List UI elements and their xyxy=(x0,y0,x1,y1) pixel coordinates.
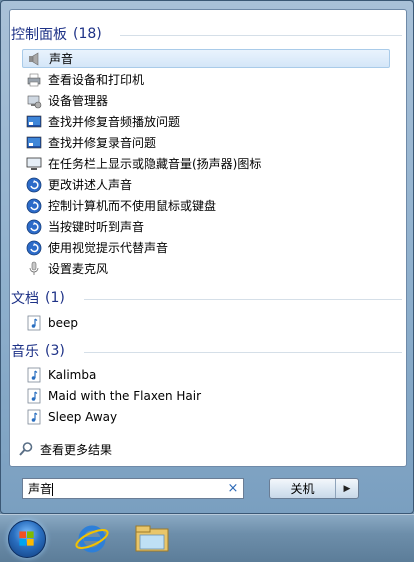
result-device-manager[interactable]: 设备管理器 xyxy=(22,91,390,110)
music-header-label: 音乐 xyxy=(11,344,39,360)
troubleshoot-icon xyxy=(26,135,42,151)
result-label: 查找并修复音频播放问题 xyxy=(48,115,181,129)
result-visual-cues[interactable]: 使用视觉提示代替声音 xyxy=(22,238,390,257)
result-label: 声音 xyxy=(49,52,74,66)
music-count: (3) xyxy=(45,343,65,359)
result-label: 查找并修复录音问题 xyxy=(48,136,157,150)
see-more-results-link[interactable]: 查看更多结果 xyxy=(18,440,112,458)
result-sleep-away[interactable]: Sleep Away xyxy=(22,407,390,426)
result-label: 更改讲述人声音 xyxy=(48,178,133,192)
device-manager-icon xyxy=(26,93,42,109)
result-kalimba[interactable]: Kalimba xyxy=(22,365,390,384)
music-file-icon xyxy=(26,367,42,383)
search-icon xyxy=(18,441,34,457)
text-caret xyxy=(52,483,54,496)
control-panel-count: (18) xyxy=(73,26,102,42)
result-troubleshoot-recording[interactable]: 查找并修复录音问题 xyxy=(22,133,390,152)
music-header[interactable]: 音乐 (3) xyxy=(11,341,65,361)
ease-of-access-icon xyxy=(26,240,42,256)
result-beep[interactable]: beep xyxy=(22,313,390,332)
result-maid-flaxen-hair[interactable]: Maid with the Flaxen Hair xyxy=(22,386,390,405)
result-label: 设备管理器 xyxy=(48,94,109,108)
documents-header-label: 文档 xyxy=(11,291,39,307)
windows-logo-icon xyxy=(19,531,34,546)
shutdown-options-arrow-icon[interactable]: ▶ xyxy=(336,479,358,498)
result-devices-printers[interactable]: 查看设备和打印机 xyxy=(22,70,390,89)
speaker-icon xyxy=(27,51,43,67)
shutdown-button[interactable]: 关机 xyxy=(270,479,336,498)
search-input[interactable]: 声音 × xyxy=(22,478,244,499)
documents-count: (1) xyxy=(45,290,65,306)
music-file-icon xyxy=(26,409,42,425)
result-narrator-voice[interactable]: 更改讲述人声音 xyxy=(22,175,390,194)
ease-of-access-icon xyxy=(26,198,42,214)
result-label: Kalimba xyxy=(48,367,97,382)
ease-of-access-icon xyxy=(26,219,42,235)
microphone-icon xyxy=(26,261,42,277)
search-value-wrap: 声音 xyxy=(23,480,225,497)
control-panel-header[interactable]: 控制面板 (18) xyxy=(11,24,102,44)
search-value: 声音 xyxy=(28,482,53,496)
result-setup-microphone[interactable]: 设置麦克风 xyxy=(22,259,390,278)
windows-explorer-icon[interactable] xyxy=(130,521,174,557)
start-orb[interactable] xyxy=(8,520,46,558)
see-more-results-label: 查看更多结果 xyxy=(40,442,113,457)
result-no-mouse-keyboard[interactable]: 控制计算机而不使用鼠标或键盘 xyxy=(22,196,390,215)
troubleshoot-icon xyxy=(26,114,42,130)
result-label: 使用视觉提示代替声音 xyxy=(48,241,169,255)
music-file-icon xyxy=(26,315,42,331)
result-label: beep xyxy=(48,315,78,330)
printer-icon xyxy=(26,72,42,88)
result-label: Maid with the Flaxen Hair xyxy=(48,388,202,403)
control-panel-header-label: 控制面板 xyxy=(11,27,67,43)
result-sound[interactable]: 声音 xyxy=(22,49,390,68)
result-label: 当按键时听到声音 xyxy=(48,220,145,234)
internet-explorer-icon[interactable] xyxy=(70,521,114,557)
result-label: 在任务栏上显示或隐藏音量(扬声器)图标 xyxy=(48,157,262,171)
documents-header[interactable]: 文档 (1) xyxy=(11,288,65,308)
divider xyxy=(120,35,402,36)
divider xyxy=(84,352,402,353)
ease-of-access-icon xyxy=(26,177,42,193)
divider xyxy=(84,299,402,300)
result-label: Sleep Away xyxy=(48,409,118,424)
music-file-icon xyxy=(26,388,42,404)
result-taskbar-volume-icon[interactable]: 在任务栏上显示或隐藏音量(扬声器)图标 xyxy=(22,154,390,173)
result-label: 控制计算机而不使用鼠标或键盘 xyxy=(48,199,217,213)
shutdown-button-group: 关机 ▶ xyxy=(269,478,359,499)
clear-search-icon[interactable]: × xyxy=(225,481,241,496)
result-keypress-sound[interactable]: 当按键时听到声音 xyxy=(22,217,390,236)
result-troubleshoot-playback[interactable]: 查找并修复音频播放问题 xyxy=(22,112,390,131)
monitor-icon xyxy=(26,156,42,172)
result-label: 设置麦克风 xyxy=(48,262,109,276)
taskbar xyxy=(0,514,414,562)
result-label: 查看设备和打印机 xyxy=(48,73,145,87)
